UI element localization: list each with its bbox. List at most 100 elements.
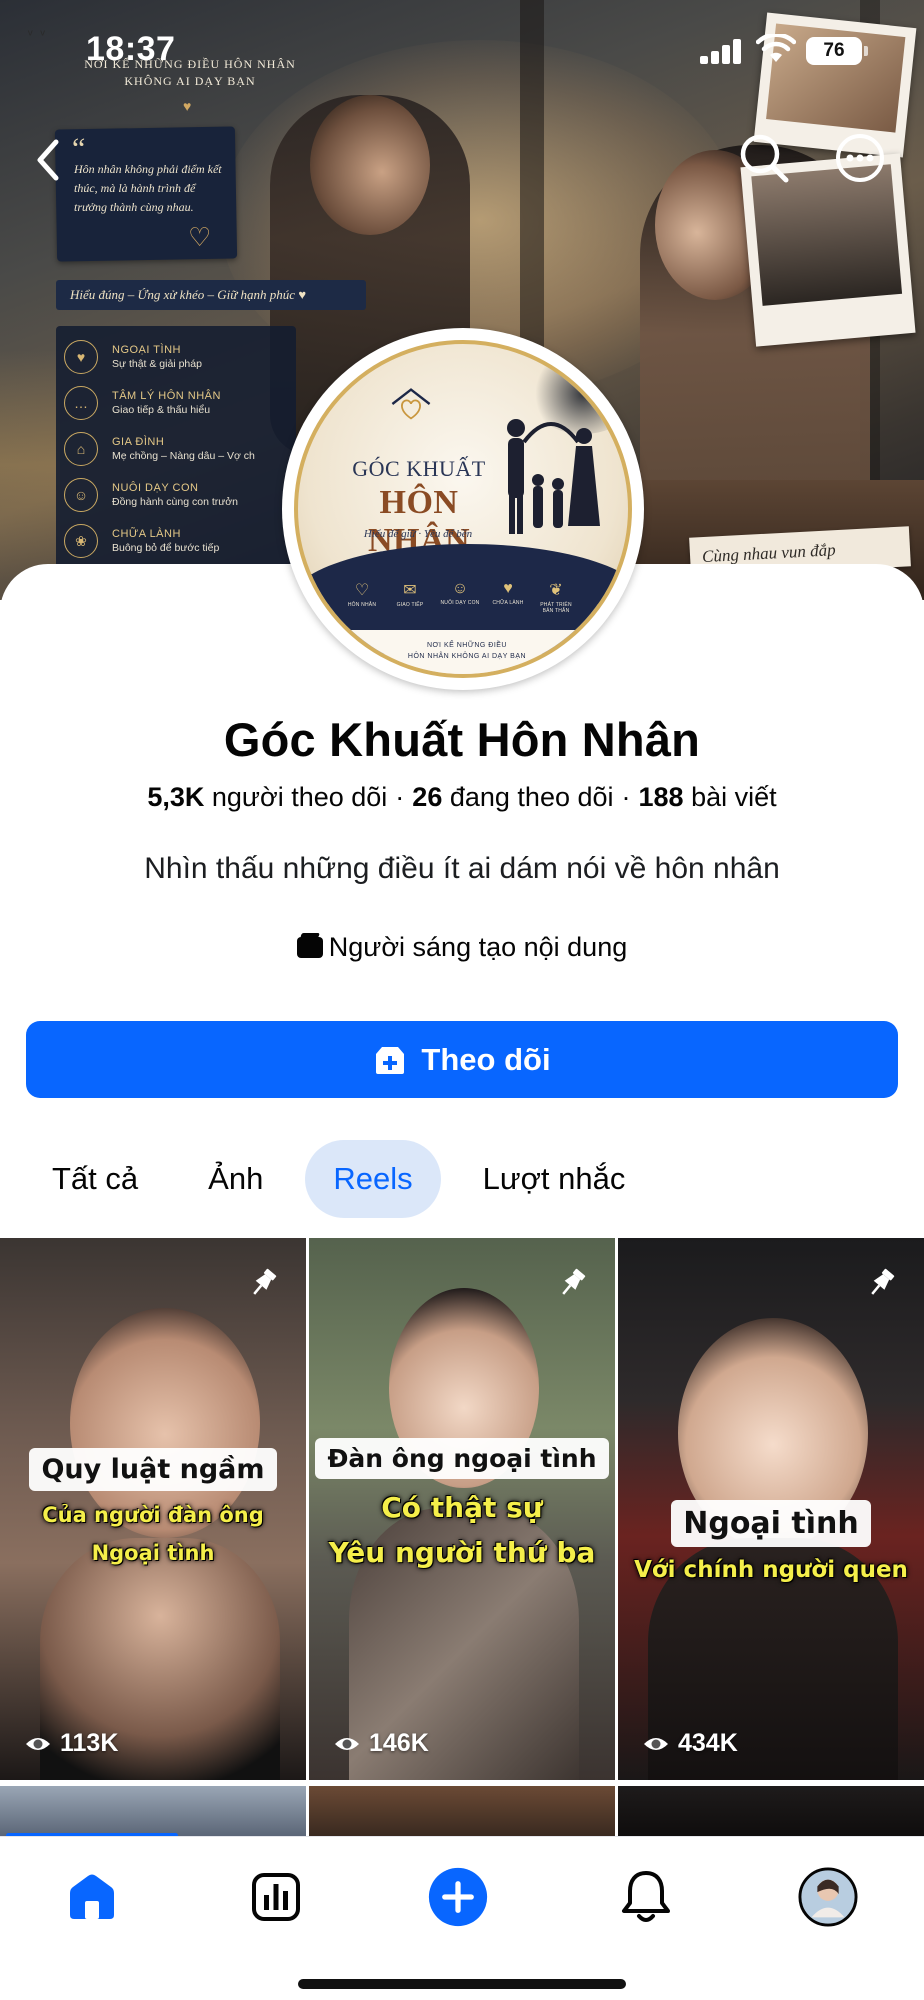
roof-heart-icon [391, 388, 431, 420]
following-label: đang theo dõi [449, 782, 614, 812]
battery-icon: 76 [806, 37, 868, 65]
nav-home[interactable] [62, 1867, 122, 1927]
family-icon: ☺ NUÔI DẠY CON [440, 580, 480, 606]
reel-thumbnail-partial[interactable] [618, 1786, 924, 1836]
status-time: 18:37 [86, 30, 176, 68]
reel-view-count: 113K [60, 1729, 119, 1757]
profile-category: Người sáng tạo nội dung [0, 932, 924, 963]
cover-quote-text: Hôn nhân không phải điểm kết thúc, mà là… [74, 162, 222, 214]
reel-views: 146K [333, 1729, 429, 1758]
tab-photos[interactable]: Ảnh [180, 1140, 291, 1218]
pin-icon [562, 1268, 586, 1295]
reels-grid-row2 [0, 1786, 924, 1836]
status-bar: 18:37 76 [0, 0, 924, 100]
avatar-tagline: Hiểu để giữ · Yêu để bền [363, 528, 473, 540]
home-indicator [298, 1979, 626, 1989]
cover-topic-item: ❀ Chữa lành Buông bỏ để bước tiếp [56, 518, 296, 564]
following-stat[interactable]: 26 đang theo dõi [412, 782, 613, 812]
broken-heart-icon: ♥ [64, 340, 98, 374]
profile-avatar-icon [798, 1867, 858, 1927]
reel-caption-line2: Của người đàn ông [42, 1503, 264, 1527]
follow-button[interactable]: Theo dõi [26, 1021, 898, 1098]
profile-bio: Nhìn thấu những điều ít ai dám nói về hô… [144, 852, 780, 885]
posts-label: bài viết [691, 782, 777, 812]
chevron-left-icon [37, 139, 59, 181]
reel-caption-line2: Với chính người quen [634, 1557, 908, 1583]
nav-notifications[interactable] [616, 1867, 676, 1927]
profile-stats: 5,3K người theo dõi · 26 đang theo dõi · 188… [0, 782, 924, 813]
more-options-button[interactable] [834, 132, 886, 184]
category-label: Người sáng tạo nội dung [328, 932, 628, 962]
eye-icon [26, 1737, 50, 1750]
search-button[interactable] [738, 132, 790, 184]
avatar-footer: Nơi kể những điều hôn nhân không ai dạy … [298, 630, 628, 674]
cover-topic-item: … Tâm lý hôn nhân Giao tiếp & thấu hiểu [56, 380, 296, 426]
avatar-footer-line1: Nơi kể những điều [427, 642, 507, 649]
topic-subtitle: Giao tiếp & thấu hiểu [112, 404, 211, 416]
bell-icon [622, 1871, 670, 1922]
profile-name: Góc Khuất Hôn Nhân [223, 713, 701, 766]
follow-icon [376, 1046, 405, 1074]
reel-view-count: 434K [678, 1729, 738, 1757]
chat-icon: … [64, 386, 98, 420]
follow-button-label: Theo dõi [421, 1041, 551, 1077]
followers-stat[interactable]: 5,3K người theo dõi [147, 782, 387, 812]
avatar-icon-label: PHÁT TRIỂN BẢN THÂN [540, 602, 572, 614]
clapperboard-icon [296, 937, 323, 958]
back-button[interactable] [28, 130, 72, 190]
cover-topic-item: ⌂ Gia đình Mẹ chồng – Nàng dâu – Vợ ch [56, 426, 296, 472]
reel-views: 434K [642, 1729, 738, 1758]
home-icon [70, 1874, 114, 1919]
reel-thumbnail-partial[interactable] [309, 1786, 615, 1836]
avatar: GÓC KHUẤT HÔN NHÂN Hiểu để giữ · Yêu để … [294, 340, 632, 678]
reel-item[interactable]: Đàn ông ngoại tình Có thật sự Yêu người … [309, 1238, 615, 1780]
reels-grid: Quy luật ngầm Của người đàn ông Ngoại tì… [0, 1238, 924, 1780]
cover-man-head [310, 95, 430, 235]
avatar-icon-label: HÔN NHÂN [347, 602, 377, 608]
nav-insights[interactable] [246, 1867, 306, 1927]
topic-subtitle: Mẹ chồng – Nàng dâu – Vợ ch [112, 450, 255, 462]
tab-mentions[interactable]: Lượt nhắc [455, 1140, 654, 1218]
reel-item[interactable]: Ngoại tình Với chính người quen 434K [618, 1238, 924, 1780]
eye-icon [644, 1737, 668, 1750]
heart-outline-icon: ♡ [188, 222, 212, 252]
profile-picture[interactable]: GÓC KHUẤT HÔN NHÂN Hiểu để giữ · Yêu để … [282, 328, 644, 690]
posts-stat: 188 bài viết [639, 782, 777, 812]
reel-caption-line1: Ngoại tình [671, 1500, 871, 1547]
reel-item[interactable]: Quy luật ngầm Của người đàn ông Ngoại tì… [0, 1238, 306, 1780]
reel-thumbnail-partial[interactable] [0, 1786, 306, 1836]
reel-caption-line3: Yêu người thứ ba [328, 1536, 596, 1569]
family-icon: ☺ [64, 478, 98, 512]
house-heart-icon: ⌂ [64, 432, 98, 466]
bottom-navigation [0, 1836, 924, 2000]
reel-caption-line1: Đàn ông ngoại tình [315, 1438, 609, 1479]
eye-icon [335, 1737, 359, 1750]
followers-count: 5,3K [147, 782, 205, 812]
more-horizontal-icon [836, 134, 884, 182]
cover-topic-list: ♥ Ngoại tình Sự thật & giải pháp … Tâm lý… [56, 326, 296, 570]
avatar-footer-line2: hôn nhân không ai dạy bạn [407, 653, 527, 660]
topic-subtitle: Sự thật & giải pháp [112, 358, 202, 370]
following-count: 26 [412, 782, 443, 812]
leaf-icon: ❦ PHÁT TRIỂN BẢN THÂN [536, 580, 576, 614]
avatar-icon-label: NUÔI DẠY CON [440, 600, 480, 606]
wifi-icon [756, 34, 796, 62]
create-plus-icon [428, 1867, 488, 1927]
nav-profile[interactable] [798, 1867, 858, 1927]
nav-create[interactable] [428, 1867, 488, 1927]
tab-all[interactable]: Tất cả [24, 1140, 166, 1218]
topic-title: Chữa lành [112, 528, 181, 540]
tab-reels[interactable]: Reels [305, 1140, 441, 1218]
topic-title: Tâm lý hôn nhân [112, 390, 221, 402]
reel-caption: Đàn ông ngoại tình Có thật sự Yêu người … [309, 1438, 615, 1569]
avatar-title-line1: GÓC KHUẤT [352, 456, 486, 481]
reel-caption-line1: Quy luật ngầm [29, 1448, 277, 1491]
broken-heart-icon: ♥ CHỮA LÀNH [488, 580, 528, 606]
profile-tabs: Tất cả Ảnh Reels Lượt nhắc [24, 1140, 667, 1218]
followers-label: người theo dõi [211, 782, 388, 812]
reel-views: 113K [24, 1729, 118, 1758]
avatar-icon-label: GIAO TIẾP [396, 602, 424, 608]
lotus-icon: ❀ [64, 524, 98, 558]
cover-topic-item: ☺ Nuôi dạy con Đồng hành cùng con trưởn [56, 472, 296, 518]
topic-title: Gia đình [112, 436, 165, 448]
